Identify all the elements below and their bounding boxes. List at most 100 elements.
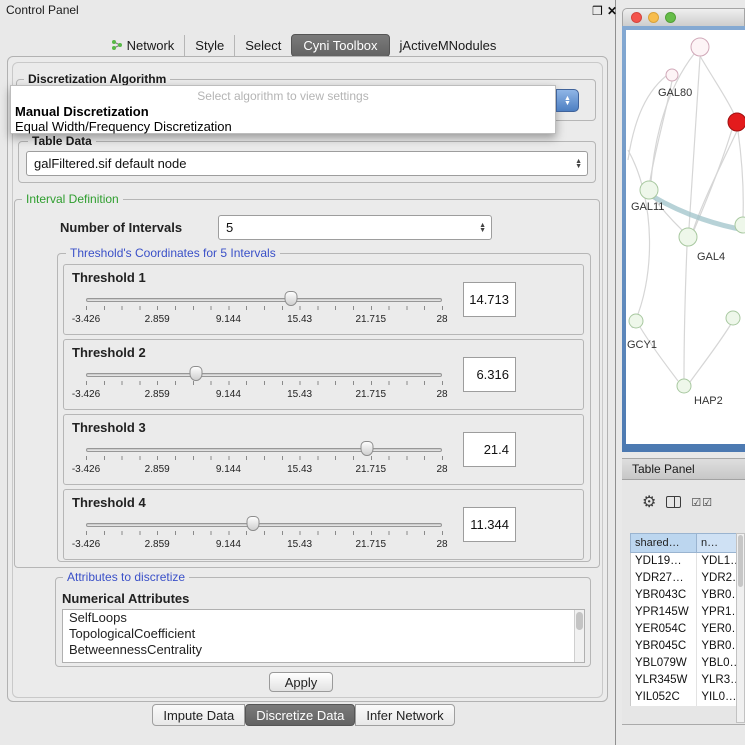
tick-label: 9.144	[216, 539, 241, 550]
table-cell[interactable]: YIL0…	[697, 689, 737, 706]
slider-track[interactable]	[86, 298, 442, 302]
table-cell[interactable]: YIL052C	[631, 689, 697, 706]
table-cell[interactable]: YLR3…	[697, 672, 737, 689]
algorithm-option-equal-width[interactable]: Equal Width/Frequency Discretization	[15, 119, 551, 134]
table-data-combobox[interactable]: galFiltered.sif default node ▲▼	[26, 151, 588, 176]
table-rows[interactable]: YDL19…YDL1…YDR27…YDR2…YBR043CYBR0…YPR145…	[630, 553, 737, 706]
network-node-selected[interactable]	[728, 113, 745, 131]
tab-label: Style	[195, 38, 224, 53]
threshold-1-value-field[interactable]: 14.713	[463, 282, 516, 317]
network-node-label: GAL80	[658, 87, 692, 99]
table-cell[interactable]: YDL19…	[631, 553, 697, 570]
close-icon[interactable]: ✕	[607, 4, 617, 18]
network-node-label: HAP2	[694, 395, 723, 407]
number-of-intervals-combobox[interactable]: 5 ▲▼	[218, 215, 492, 240]
threshold-4-value-field[interactable]: 11.344	[463, 507, 516, 542]
table-cell[interactable]: YDL1…	[697, 553, 737, 570]
attributes-scrollbar[interactable]	[574, 610, 584, 662]
table-cell[interactable]: YLR345W	[631, 672, 697, 689]
network-view-window: GAL80 GAL11 GAL4 GCY1 HAP2	[622, 8, 745, 452]
table-cell[interactable]: YBR0…	[697, 638, 737, 655]
table-cell[interactable]: YBR043C	[631, 587, 697, 604]
table-panel-title: Table Panel	[632, 462, 695, 476]
table-row[interactable]: YPR145WYPR1…	[631, 604, 737, 621]
algorithm-combo-stepper[interactable]: ▲▼	[556, 89, 579, 112]
network-node[interactable]	[666, 69, 678, 81]
attribute-list-item[interactable]: SelfLoops	[63, 610, 584, 626]
network-view-frame: GAL80 GAL11 GAL4 GCY1 HAP2	[622, 26, 745, 452]
network-window-titlebar[interactable]	[622, 8, 745, 26]
float-window-icon[interactable]: ❒	[592, 4, 603, 18]
tab-cyni-toolbox[interactable]: Cyni Toolbox	[291, 34, 389, 57]
window-title: Control Panel	[6, 3, 79, 17]
table-row[interactable]: YBL079WYBL0…	[631, 655, 737, 672]
table-row[interactable]: YBR045CYBR0…	[631, 638, 737, 655]
tab-network[interactable]: Network	[101, 35, 185, 56]
attribute-list-item[interactable]: TopologicalCoefficient	[63, 626, 584, 642]
tab-select[interactable]: Select	[234, 35, 291, 56]
gear-icon[interactable]: ⚙	[642, 492, 656, 512]
stepper-arrows-icon: ▲▼	[479, 216, 486, 239]
table-cell[interactable]: YER054C	[631, 621, 697, 638]
slider-track[interactable]	[86, 523, 442, 527]
tab-jactivemnodules[interactable]: jActiveMNodules	[390, 35, 507, 56]
zoom-traffic-light-icon[interactable]	[665, 12, 676, 23]
table-row[interactable]: YIL052CYIL0…	[631, 689, 737, 706]
table-cell[interactable]: YPR145W	[631, 604, 697, 621]
threshold-2-value-field[interactable]: 6.316	[463, 357, 516, 392]
tab-discretize-data[interactable]: Discretize Data	[245, 704, 355, 726]
scrollbar-thumb[interactable]	[738, 535, 743, 587]
numerical-attributes-list[interactable]: SelfLoopsTopologicalCoefficientBetweenne…	[62, 609, 585, 663]
table-row[interactable]: YLR345WYLR3…	[631, 672, 737, 689]
slider-thumb[interactable]	[285, 291, 298, 306]
tick-label: 9.144	[216, 389, 241, 400]
columns-icon[interactable]	[666, 496, 681, 508]
table-row[interactable]: YDR27…YDR2…	[631, 570, 737, 587]
slider-track[interactable]	[86, 448, 442, 452]
threshold-3-value-field[interactable]: 21.4	[463, 432, 516, 467]
minimize-traffic-light-icon[interactable]	[648, 12, 659, 23]
table-cell[interactable]: YER0…	[697, 621, 737, 638]
network-node[interactable]	[691, 38, 709, 56]
tab-style[interactable]: Style	[184, 35, 234, 56]
network-edges	[628, 54, 743, 382]
tick-label: 15.43	[287, 539, 312, 550]
slider-track[interactable]	[86, 373, 442, 377]
tick-label: 15.43	[287, 389, 312, 400]
close-traffic-light-icon[interactable]	[631, 12, 642, 23]
network-canvas[interactable]: GAL80 GAL11 GAL4 GCY1 HAP2	[626, 30, 745, 444]
network-node[interactable]	[629, 314, 643, 328]
table-row[interactable]: YBR043CYBR0…	[631, 587, 737, 604]
algorithm-option-manual[interactable]: Manual Discretization	[15, 104, 551, 119]
tab-infer-network[interactable]: Infer Network	[355, 704, 454, 726]
tab-impute-data[interactable]: Impute Data	[152, 704, 245, 726]
network-node[interactable]	[677, 379, 691, 393]
table-cell[interactable]: YDR2…	[697, 570, 737, 587]
table-scrollbar[interactable]	[736, 533, 745, 723]
column-header-name[interactable]: n…	[697, 533, 737, 553]
tick-label: 28	[436, 314, 447, 325]
slider-thumb[interactable]	[361, 441, 374, 456]
top-tab-bar: Network Style Select Cyni Toolbox jActiv…	[0, 34, 607, 56]
attribute-list-item[interactable]: BetweennessCentrality	[63, 642, 584, 658]
table-cell[interactable]: YBL0…	[697, 655, 737, 672]
select-columns-checkboxes-icon[interactable]: ☑☑	[691, 496, 713, 509]
table-cell[interactable]: YBR0…	[697, 587, 737, 604]
network-node[interactable]	[726, 311, 740, 325]
table-row[interactable]: YER054CYER0…	[631, 621, 737, 638]
network-node[interactable]	[640, 181, 658, 199]
table-cell[interactable]: YDR27…	[631, 570, 697, 587]
column-header-shared-name[interactable]: shared…	[630, 533, 697, 553]
table-cell[interactable]: YBL079W	[631, 655, 697, 672]
scrollbar-thumb[interactable]	[576, 612, 583, 630]
slider-thumb[interactable]	[247, 516, 260, 531]
tick-label: -3.426	[72, 539, 100, 550]
table-row[interactable]: YDL19…YDL1…	[631, 553, 737, 570]
discretization-algorithm-title: Discretization Algorithm	[24, 72, 170, 86]
table-cell[interactable]: YPR1…	[697, 604, 737, 621]
slider-thumb[interactable]	[190, 366, 203, 381]
apply-button[interactable]: Apply	[269, 672, 333, 692]
network-node[interactable]	[679, 228, 697, 246]
table-cell[interactable]: YBR045C	[631, 638, 697, 655]
tick-label: 28	[436, 389, 447, 400]
